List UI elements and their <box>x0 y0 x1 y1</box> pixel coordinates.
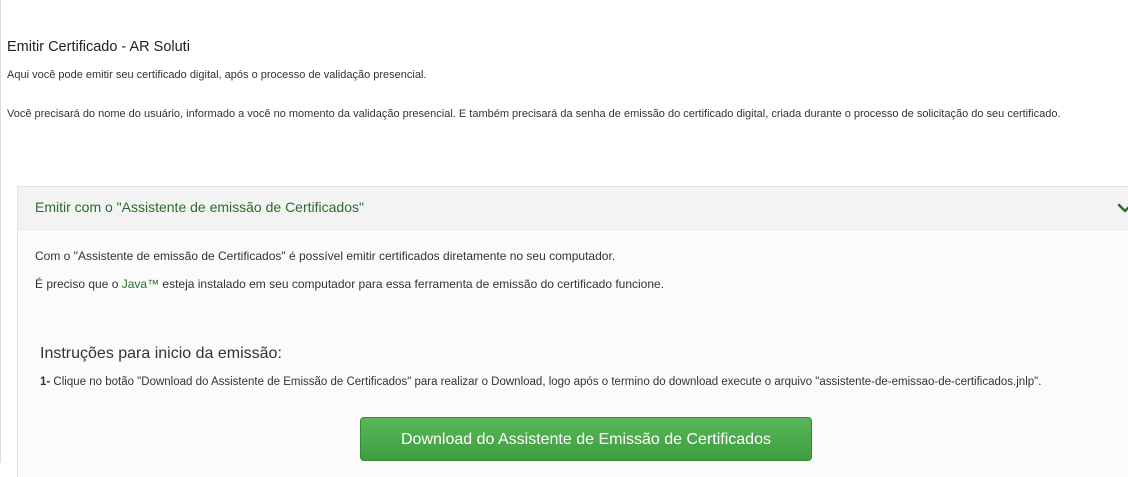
instructions-title: Instruções para inicio da emissão: <box>40 345 282 362</box>
java-requirement-prefix: É preciso que o <box>35 277 122 291</box>
left-border-rule <box>0 0 1 463</box>
page-subtitle: Aqui você pode emitir seu certificado di… <box>7 69 427 81</box>
instruction-step-1: 1- Clique no botão "Download do Assisten… <box>40 376 1120 388</box>
emission-assistant-panel: Emitir com o "Assistente de emissão de C… <box>17 186 1128 477</box>
page-title: Emitir Certificado - AR Soluti <box>7 39 190 55</box>
step-number: 1- <box>40 376 51 388</box>
panel-info-line-2: É preciso que o Java™ esteja instalado e… <box>35 277 664 291</box>
java-requirement-suffix: esteja instalado em seu computador para … <box>159 277 665 291</box>
java-link[interactable]: Java™ <box>122 277 159 291</box>
download-assistant-button[interactable]: Download do Assistente de Emissão de Cer… <box>360 417 812 461</box>
page-content: Emitir Certificado - AR Soluti Aqui você… <box>7 0 1128 477</box>
panel-header-label: Emitir com o "Assistente de emissão de C… <box>35 199 364 215</box>
page-description: Você precisará do nome do usuário, infor… <box>7 108 1061 120</box>
panel-header-toggle[interactable]: Emitir com o "Assistente de emissão de C… <box>18 187 1128 230</box>
panel-info-line-1: Com o "Assistente de emissão de Certific… <box>35 249 616 263</box>
chevron-down-icon[interactable] <box>1117 200 1128 216</box>
step-1-text: Clique no botão "Download do Assistente … <box>50 376 1042 388</box>
